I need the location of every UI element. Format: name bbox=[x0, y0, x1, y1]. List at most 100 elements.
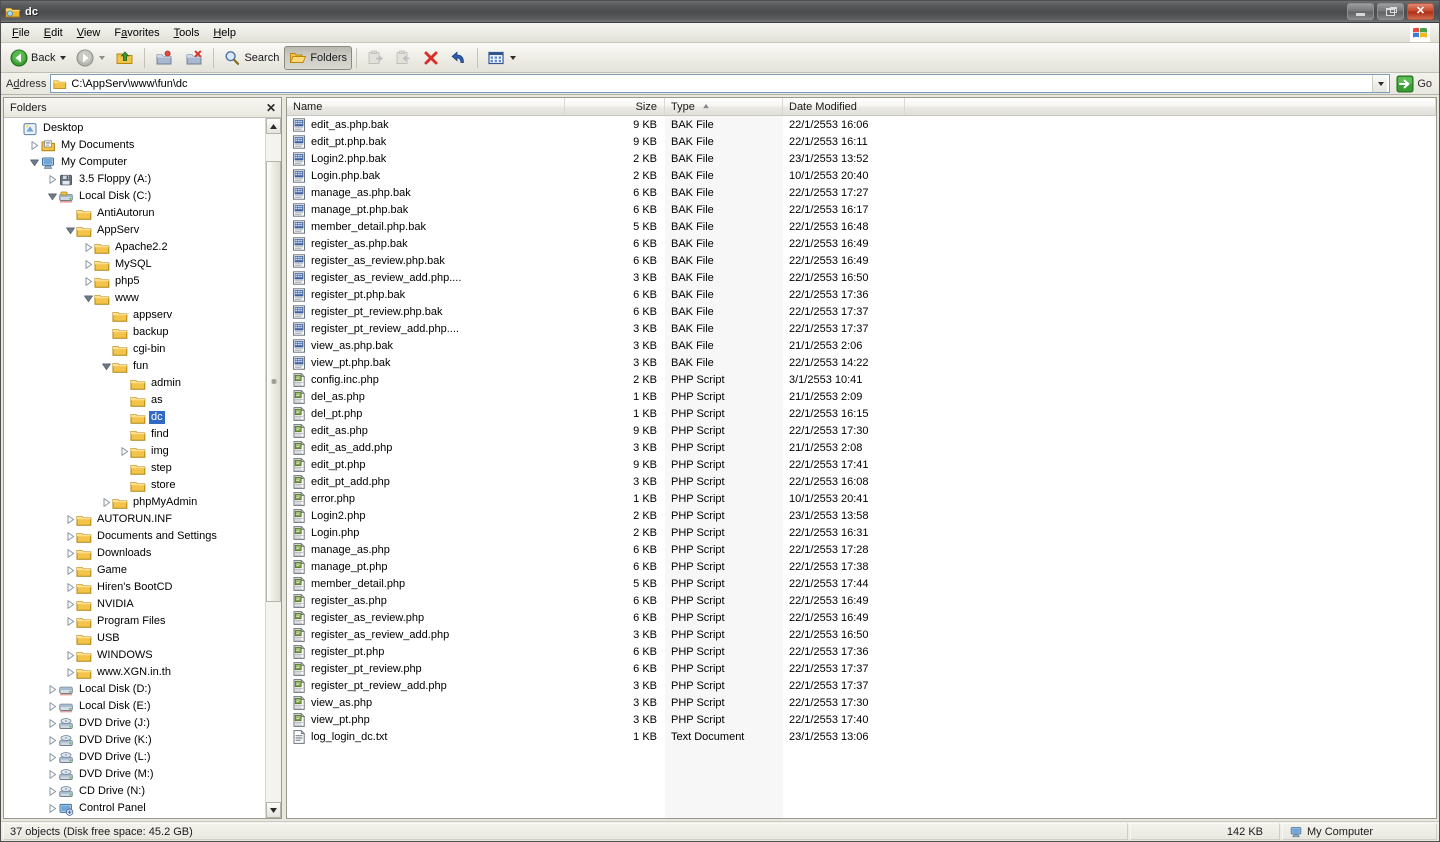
tree-item-find[interactable]: find bbox=[6, 426, 265, 443]
file-row[interactable]: register_as.php.bak 6 KB BAK File 22/1/2553… bbox=[287, 235, 1436, 252]
expand-collapsed-icon[interactable] bbox=[64, 583, 76, 592]
expand-collapsed-icon[interactable] bbox=[82, 260, 94, 269]
tree-item-dvd-drive-l[interactable]: DVD Drive (L:) bbox=[6, 749, 265, 766]
scroll-up-icon[interactable] bbox=[266, 118, 281, 134]
file-row[interactable]: register_pt_review.php.bak 6 KB BAK File 22… bbox=[287, 303, 1436, 320]
expand-collapsed-icon[interactable] bbox=[46, 804, 58, 813]
menu-file[interactable]: File bbox=[5, 25, 37, 41]
back-button[interactable]: Back bbox=[5, 46, 71, 70]
file-row[interactable]: register_pt_review_add.php.... 3 KB BAK Fi… bbox=[287, 320, 1436, 337]
file-row[interactable]: manage_as.php.bak 6 KB BAK File 22/1/2553 1… bbox=[287, 184, 1436, 201]
column-header-type[interactable]: Type bbox=[665, 98, 783, 115]
tree-item-as[interactable]: as bbox=[6, 392, 265, 409]
tree-item-php5[interactable]: php5 bbox=[6, 273, 265, 290]
tree-item-windows[interactable]: WINDOWS bbox=[6, 647, 265, 664]
views-button[interactable] bbox=[482, 46, 521, 70]
tree-item-antiautorun[interactable]: AntiAutorun bbox=[6, 205, 265, 222]
paste-button[interactable] bbox=[361, 46, 389, 70]
tree-item-fun[interactable]: fun bbox=[6, 358, 265, 375]
tree-item-dc[interactable]: dc bbox=[6, 409, 265, 426]
tree-item-dvd-drive-j[interactable]: DVD Drive (J:) bbox=[6, 715, 265, 732]
expand-collapsed-icon[interactable] bbox=[64, 515, 76, 524]
scroll-down-icon[interactable] bbox=[266, 802, 281, 818]
tree-item-apache2-2[interactable]: Apache2.2 bbox=[6, 239, 265, 256]
chevron-down-icon[interactable] bbox=[510, 55, 517, 60]
delete-button[interactable] bbox=[417, 46, 445, 70]
folders-button[interactable]: Folders bbox=[284, 45, 353, 70]
expand-collapsed-icon[interactable] bbox=[64, 600, 76, 609]
tree-item-nvidia[interactable]: NVIDIA bbox=[6, 596, 265, 613]
expand-collapsed-icon[interactable] bbox=[82, 243, 94, 252]
tree-item-www-xgn-in-th[interactable]: www.XGN.in.th bbox=[6, 664, 265, 681]
tree-item-documents-and-settings[interactable]: Documents and Settings bbox=[6, 528, 265, 545]
tree-item-appserv[interactable]: AppServ bbox=[6, 222, 265, 239]
expand-collapsed-icon[interactable] bbox=[46, 736, 58, 745]
close-button[interactable]: ✕ bbox=[1407, 3, 1434, 20]
tree-item-local-disk-c[interactable]: Local Disk (C:) bbox=[6, 188, 265, 205]
search-button[interactable]: Search bbox=[218, 46, 284, 70]
tree-scrollbar-thumb[interactable] bbox=[266, 160, 281, 602]
expand-collapsed-icon[interactable] bbox=[64, 532, 76, 541]
address-dropdown-button[interactable] bbox=[1372, 75, 1388, 92]
tree-item-store[interactable]: store bbox=[6, 477, 265, 494]
tree-item-img[interactable]: img bbox=[6, 443, 265, 460]
menu-edit[interactable]: Edit bbox=[37, 25, 70, 41]
expand-expanded-icon[interactable] bbox=[46, 192, 58, 201]
tree-item-admin[interactable]: admin bbox=[6, 375, 265, 392]
expand-expanded-icon[interactable] bbox=[64, 226, 76, 235]
menu-favorites[interactable]: Favorites bbox=[107, 25, 166, 41]
file-row[interactable]: register_pt.php.bak 6 KB BAK File 22/1/2553… bbox=[287, 286, 1436, 303]
tree-item-my-computer[interactable]: My Computer bbox=[6, 154, 265, 171]
up-button[interactable] bbox=[110, 46, 140, 70]
expand-collapsed-icon[interactable] bbox=[46, 770, 58, 779]
file-row[interactable]: view_pt.php.bak 3 KB BAK File 22/1/2553 14:… bbox=[287, 354, 1436, 371]
file-list-body[interactable]: edit_as.php.bak 9 KB BAK File 22/1/2553 16:… bbox=[287, 116, 1436, 818]
maximize-button[interactable] bbox=[1377, 3, 1404, 20]
tree-item-cgi-bin[interactable]: cgi-bin bbox=[6, 341, 265, 358]
minimize-button[interactable] bbox=[1347, 3, 1374, 20]
chevron-down-icon[interactable] bbox=[60, 55, 67, 60]
tree-item-local-disk-d[interactable]: Local Disk (D:) bbox=[6, 681, 265, 698]
file-row[interactable]: register_pt.php 6 KB PHP Script 22/1/2553 1… bbox=[287, 643, 1436, 660]
undo-button[interactable] bbox=[445, 46, 473, 70]
tree-item-dvd-drive-m[interactable]: DVD Drive (M:) bbox=[6, 766, 265, 783]
file-row[interactable]: edit_pt_add.php 3 KB PHP Script 22/1/2553 1… bbox=[287, 473, 1436, 490]
file-row[interactable]: manage_as.php 6 KB PHP Script 22/1/2553 17:… bbox=[287, 541, 1436, 558]
file-row[interactable]: edit_as_add.php 3 KB PHP Script 21/1/2553 2… bbox=[287, 439, 1436, 456]
file-row[interactable]: view_as.php 3 KB PHP Script 22/1/2553 17:30 bbox=[287, 694, 1436, 711]
tree-item-3-5-floppy-a[interactable]: 3.5 Floppy (A:) bbox=[6, 171, 265, 188]
file-row[interactable]: register_pt_review.php 6 KB PHP Script 22/1… bbox=[287, 660, 1436, 677]
tree-item-autorun-inf[interactable]: AUTORUN.INF bbox=[6, 511, 265, 528]
tree-item-cd-drive-n[interactable]: CD Drive (N:) bbox=[6, 783, 265, 800]
expand-collapsed-icon[interactable] bbox=[64, 651, 76, 660]
folder-tree[interactable]: Desktop My Documents My Computer 3.5 Floppy… bbox=[4, 118, 265, 818]
tree-item-phpmyadmin[interactable]: phpMyAdmin bbox=[6, 494, 265, 511]
address-input[interactable]: C:\AppServ\www\fun\dc bbox=[50, 74, 1391, 93]
file-row[interactable]: member_detail.php.bak 5 KB BAK File 22/1/25… bbox=[287, 218, 1436, 235]
expand-collapsed-icon[interactable] bbox=[82, 277, 94, 286]
file-row[interactable]: log_login_dc.txt 1 KB Text Document 23/1/25… bbox=[287, 728, 1436, 745]
file-row[interactable]: Login.php 2 KB PHP Script 22/1/2553 16:31 bbox=[287, 524, 1436, 541]
file-row[interactable]: register_as_review_add.php.... 3 KB BAK Fi… bbox=[287, 269, 1436, 286]
column-header-date[interactable]: Date Modified bbox=[783, 98, 905, 115]
copy-to-folder-button[interactable] bbox=[179, 46, 209, 70]
expand-collapsed-icon[interactable] bbox=[46, 787, 58, 796]
tree-scrollbar[interactable] bbox=[265, 118, 281, 818]
tree-item-hiren-s-bootcd[interactable]: Hiren's BootCD bbox=[6, 579, 265, 596]
menu-help[interactable]: Help bbox=[206, 25, 243, 41]
go-button[interactable]: Go bbox=[1394, 74, 1437, 94]
chevron-down-icon[interactable] bbox=[99, 55, 106, 60]
file-row[interactable]: del_as.php 1 KB PHP Script 21/1/2553 2:09 bbox=[287, 388, 1436, 405]
file-row[interactable]: config.inc.php 2 KB PHP Script 3/1/2553 10:… bbox=[287, 371, 1436, 388]
file-row[interactable]: Login2.php.bak 2 KB BAK File 23/1/2553 13:5… bbox=[287, 150, 1436, 167]
file-row[interactable]: member_detail.php 5 KB PHP Script 22/1/2553… bbox=[287, 575, 1436, 592]
file-row[interactable]: manage_pt.php 6 KB PHP Script 22/1/2553 17:… bbox=[287, 558, 1436, 575]
tree-item-downloads[interactable]: Downloads bbox=[6, 545, 265, 562]
file-row[interactable]: view_as.php.bak 3 KB BAK File 21/1/2553 2:0… bbox=[287, 337, 1436, 354]
tree-item-mysql[interactable]: MySQL bbox=[6, 256, 265, 273]
file-row[interactable]: register_as_review_add.php 3 KB PHP Script… bbox=[287, 626, 1436, 643]
tree-item-desktop[interactable]: Desktop bbox=[6, 120, 265, 137]
tree-item-appserv[interactable]: appserv bbox=[6, 307, 265, 324]
file-row[interactable]: register_as_review.php 6 KB PHP Script 22/1… bbox=[287, 609, 1436, 626]
expand-collapsed-icon[interactable] bbox=[64, 549, 76, 558]
